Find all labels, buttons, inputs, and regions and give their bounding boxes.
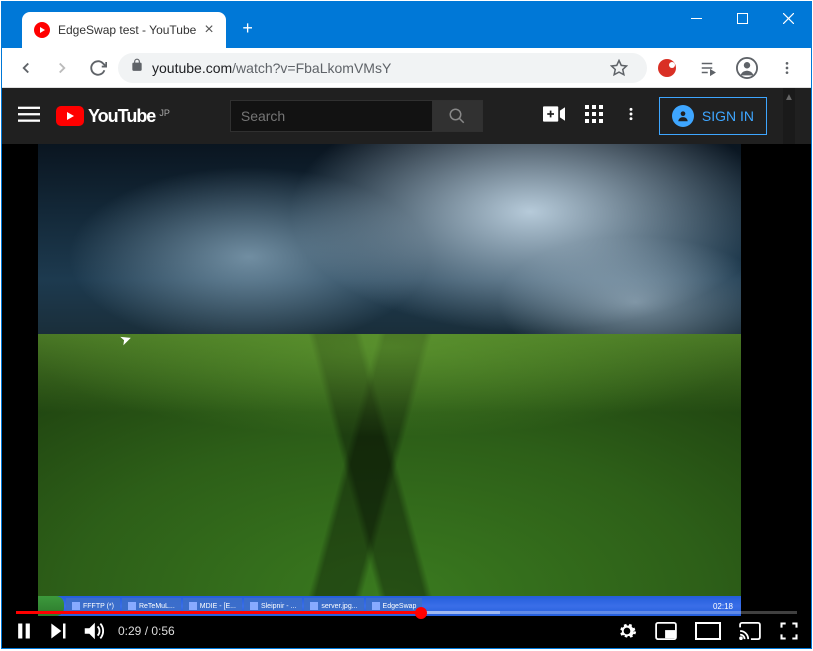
next-button[interactable] (48, 621, 68, 641)
reload-button[interactable] (82, 52, 114, 84)
star-icon[interactable] (603, 52, 635, 84)
close-window-button[interactable] (765, 2, 811, 34)
header-right: SIGN IN (543, 97, 767, 135)
youtube-logo-text: YouTube (88, 106, 155, 127)
youtube-region: JP (159, 108, 170, 118)
window-controls (673, 2, 811, 34)
forward-button[interactable] (46, 52, 78, 84)
youtube-logo[interactable]: YouTube JP (56, 106, 170, 127)
create-video-icon[interactable] (543, 106, 565, 127)
tab-strip: EdgeSwap test - YouTube × + (22, 12, 262, 48)
maximize-button[interactable] (719, 2, 765, 34)
settings-menu-icon[interactable] (623, 106, 639, 127)
video-player: ➤ FFFTP (*)ReTeMuL...MDIE - [E...Sleipni… (2, 144, 811, 648)
player-controls: 0:29 / 0:56 (2, 614, 811, 648)
address-field[interactable]: youtube.com/watch?v=FbaLkomVMsY (118, 53, 647, 83)
apps-grid-icon[interactable] (585, 105, 603, 128)
volume-button[interactable] (82, 620, 104, 642)
page-scrollbar[interactable]: ▲ (783, 88, 795, 144)
url-bar: youtube.com/watch?v=FbaLkomVMsY (2, 48, 811, 88)
browser-window: EdgeSwap test - YouTube × + youtube.com/… (1, 1, 812, 649)
youtube-play-icon (56, 106, 84, 126)
miniplayer-icon[interactable] (655, 622, 677, 640)
profile-icon[interactable] (731, 52, 763, 84)
window-titlebar: EdgeSwap test - YouTube × + (2, 2, 811, 48)
youtube-favicon (34, 22, 50, 38)
hamburger-icon[interactable] (18, 103, 40, 130)
new-tab-button[interactable]: + (234, 14, 262, 42)
media-control-icon[interactable] (691, 52, 723, 84)
search-button[interactable] (433, 100, 483, 132)
youtube-header: YouTube JP SIGN IN ▲ (2, 88, 811, 144)
pause-button[interactable] (14, 621, 34, 641)
settings-gear-icon[interactable] (617, 621, 637, 641)
lock-icon (130, 58, 144, 77)
close-tab-icon[interactable]: × (204, 21, 213, 39)
minimize-button[interactable] (673, 2, 719, 34)
signin-avatar-icon (672, 105, 694, 127)
signin-label: SIGN IN (702, 108, 754, 124)
back-button[interactable] (10, 52, 42, 84)
fullscreen-icon[interactable] (779, 621, 799, 641)
browser-tab[interactable]: EdgeSwap test - YouTube × (22, 12, 226, 48)
browser-menu-icon[interactable] (771, 52, 803, 84)
cast-icon[interactable] (739, 622, 761, 640)
toolbar-right (651, 52, 803, 84)
signin-button[interactable]: SIGN IN (659, 97, 767, 135)
extension-icon[interactable] (651, 52, 683, 84)
video-content[interactable]: ➤ (38, 144, 741, 596)
taskbar-clock: 02:18 (709, 602, 737, 611)
url-text: youtube.com/watch?v=FbaLkomVMsY (152, 60, 595, 76)
search-bar (230, 100, 483, 132)
tab-title: EdgeSwap test - YouTube (58, 23, 196, 37)
theater-mode-icon[interactable] (695, 622, 721, 640)
search-input[interactable] (230, 100, 433, 132)
time-display: 0:29 / 0:56 (118, 624, 175, 638)
